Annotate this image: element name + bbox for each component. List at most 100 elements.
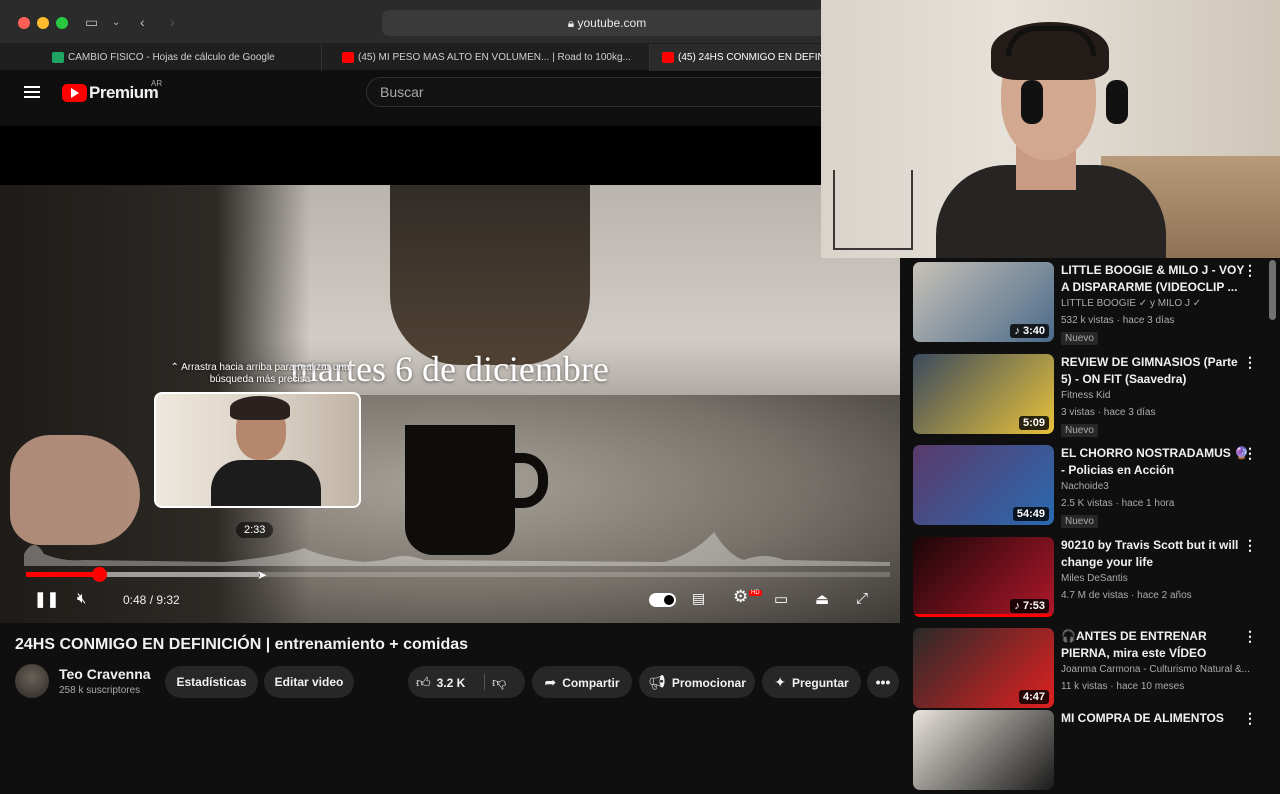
video-channel[interactable]: Miles DeSantis — [1061, 573, 1128, 584]
youtube-header: Premium AR Buscar — [0, 71, 826, 119]
region-code: AR — [151, 79, 163, 88]
recommended-video[interactable]: MI COMPRA DE ALIMENTOS ⋮ — [913, 706, 1263, 794]
progress-played — [26, 572, 99, 577]
more-options-icon[interactable]: ⋮ — [1243, 628, 1257, 645]
autoplay-toggle[interactable] — [649, 593, 676, 607]
sidebar-scrollbar[interactable] — [1269, 260, 1276, 320]
video-thumbnail[interactable]: 5:09 — [913, 354, 1054, 434]
airplay-icon[interactable]: ⏏ — [815, 590, 829, 608]
video-meta: 3 vistas · hace 3 días — [1061, 407, 1156, 418]
video-title[interactable]: REVIEW DE GIMNASIOS (Parte 5) - ON FIT (… — [1061, 354, 1251, 388]
mute-icon[interactable]: 🔇︎ — [77, 590, 86, 607]
settings-gear-icon[interactable]: ⚙ — [733, 587, 748, 607]
video-thumbnail[interactable]: 54:49 — [913, 445, 1054, 525]
sidebar-toggle-icon[interactable]: ▭ — [85, 14, 98, 31]
tab-strip: CAMBIO FISICO - Hojas de cálculo de Goog… — [0, 44, 822, 71]
preview-hair — [230, 396, 290, 420]
video-duration: ♪ 7:53 — [1010, 599, 1049, 613]
youtube-logo-icon[interactable] — [62, 84, 87, 102]
video-title[interactable]: LITTLE BOOGIE & MILO J - VOY A DISPARARM… — [1061, 262, 1251, 296]
thumbs-up-icon[interactable]: 👍︎ — [416, 674, 431, 690]
video-duration: 54:49 — [1012, 507, 1049, 521]
seek-preview-thumbnail — [154, 392, 361, 508]
time-display: 0:48 / 9:32 — [123, 593, 180, 607]
chevron-down-icon[interactable]: ⌄ — [112, 17, 120, 28]
mouse-cursor-icon: ➤ — [257, 568, 268, 582]
video-channel[interactable]: LITTLE BOOGIE ✓ y MILO J ✓ — [1061, 298, 1201, 309]
share-button[interactable]: ➦ Compartir — [532, 666, 632, 698]
video-thumbnail[interactable]: 4:47 — [913, 628, 1054, 708]
video-meta: 11 k vistas · hace 10 meses — [1061, 681, 1185, 692]
video-thumbnail[interactable]: ♪ 3:40 — [913, 262, 1054, 342]
recommended-video[interactable]: 54:49 EL CHORRO NOSTRADAMUS 🔮 - Policias … — [913, 441, 1263, 529]
video-title[interactable]: 90210 by Travis Scott but it will change… — [1061, 537, 1251, 571]
webcam-overlay — [821, 0, 1280, 258]
video-title[interactable]: 🎧ANTES DE ENTRENAR PIERNA, mira este VÍD… — [1061, 628, 1251, 662]
sheets-favicon-icon — [52, 52, 64, 63]
logo-text[interactable]: Premium — [89, 83, 159, 103]
browser-titlebar: ▭ ⌄ ‹ › 🔒︎ youtube.com — [0, 0, 832, 44]
video-channel[interactable]: Fitness Kid — [1061, 390, 1110, 401]
recommended-video[interactable]: 4:47 🎧ANTES DE ENTRENAR PIERNA, mira este… — [913, 624, 1263, 712]
new-badge: Nuevo — [1061, 332, 1098, 345]
ask-button[interactable]: ✦ Preguntar — [762, 666, 861, 698]
close-window-button[interactable] — [18, 17, 30, 29]
url-text: youtube.com — [577, 16, 647, 30]
video-player[interactable]: martes 6 de diciembre ⌃ Arrastra hacia a… — [0, 126, 900, 623]
headphones-icon — [1006, 26, 1096, 56]
video-title[interactable]: MI COMPRA DE ALIMENTOS — [1061, 710, 1251, 727]
video-channel[interactable]: Nachoide3 — [1061, 481, 1109, 492]
video-thumbnail[interactable]: ♪ 7:53 — [913, 537, 1054, 617]
seek-hint: ⌃ Arrastra hacia arriba para realizar un… — [170, 362, 350, 385]
video-meta: 532 k vistas · hace 3 días — [1061, 315, 1175, 326]
headphone-left — [1021, 80, 1043, 124]
hd-badge: HD — [749, 590, 762, 596]
more-actions-button[interactable]: ••• — [867, 666, 899, 698]
recommended-video[interactable]: ♪ 7:53 90210 by Travis Scott but it will … — [913, 533, 1263, 621]
stats-button[interactable]: Estadísticas — [165, 666, 258, 698]
video-title: 24HS CONMIGO EN DEFINICIÓN | entrenamien… — [15, 636, 469, 653]
recommended-video[interactable]: ♪ 3:40 LITTLE BOOGIE & MILO J - VOY A DIS… — [913, 258, 1263, 346]
scrubber-handle[interactable] — [91, 567, 107, 582]
divider — [484, 674, 485, 690]
more-options-icon[interactable]: ⋮ — [1243, 445, 1257, 462]
pause-icon[interactable]: ❚❚ — [34, 590, 59, 608]
theater-mode-icon[interactable]: ▭ — [774, 590, 788, 608]
video-channel[interactable]: Joanma Carmona - Culturismo Natural &... — [1061, 664, 1250, 675]
video-duration: 5:09 — [1018, 416, 1049, 430]
edit-video-button[interactable]: Editar video — [264, 666, 354, 698]
like-count[interactable]: 3.2 K — [437, 676, 466, 690]
fullscreen-icon[interactable]: ⤢ — [856, 590, 868, 607]
subtitles-icon[interactable]: ▤ — [692, 590, 705, 607]
like-dislike-group: 👍︎ 3.2 K 👎︎ — [408, 666, 525, 698]
shoe-rack — [833, 170, 913, 250]
maximize-window-button[interactable] — [56, 17, 68, 29]
video-title[interactable]: EL CHORRO NOSTRADAMUS 🔮 - Policias en Ac… — [1061, 445, 1251, 479]
channel-name[interactable]: Teo Cravenna — [59, 666, 151, 682]
back-arrow-icon[interactable]: ‹ — [140, 14, 145, 30]
video-duration: 4:47 — [1018, 690, 1049, 704]
address-bar[interactable]: 🔒︎ youtube.com — [382, 10, 832, 36]
channel-avatar[interactable] — [15, 664, 49, 698]
search-input[interactable]: Buscar — [366, 77, 826, 107]
tab-video-definicion[interactable]: (45) 24HS CONMIGO EN DEFINICIÓN — [650, 44, 822, 71]
tab-sheets[interactable]: CAMBIO FISICO - Hojas de cálculo de Goog… — [40, 44, 322, 71]
more-options-icon[interactable]: ⋮ — [1243, 354, 1257, 371]
new-badge: Nuevo — [1061, 424, 1098, 437]
more-options-icon[interactable]: ⋮ — [1243, 537, 1257, 554]
menu-icon[interactable] — [24, 86, 40, 98]
recommended-video[interactable]: 5:09 REVIEW DE GIMNASIOS (Parte 5) - ON F… — [913, 350, 1263, 438]
promote-label: Promocionar — [671, 676, 746, 690]
video-thumbnail[interactable] — [913, 710, 1054, 790]
tab-label: (45) MI PESO MAS ALTO EN VOLUMEN... | Ro… — [358, 52, 631, 63]
more-options-icon[interactable]: ⋮ — [1243, 710, 1257, 727]
tab-video-peso[interactable]: (45) MI PESO MAS ALTO EN VOLUMEN... | Ro… — [330, 44, 650, 71]
share-icon: ➦ — [544, 674, 557, 690]
promote-button[interactable]: 📢︎ Promocionar — [639, 666, 755, 698]
thumbs-down-icon[interactable]: 👎︎ — [492, 666, 506, 698]
minimize-window-button[interactable] — [37, 17, 49, 29]
lock-icon: 🔒︎ — [567, 16, 575, 30]
ask-label: Preguntar — [792, 676, 849, 690]
more-options-icon[interactable]: ⋮ — [1243, 262, 1257, 279]
forward-arrow-icon[interactable]: › — [170, 14, 175, 30]
